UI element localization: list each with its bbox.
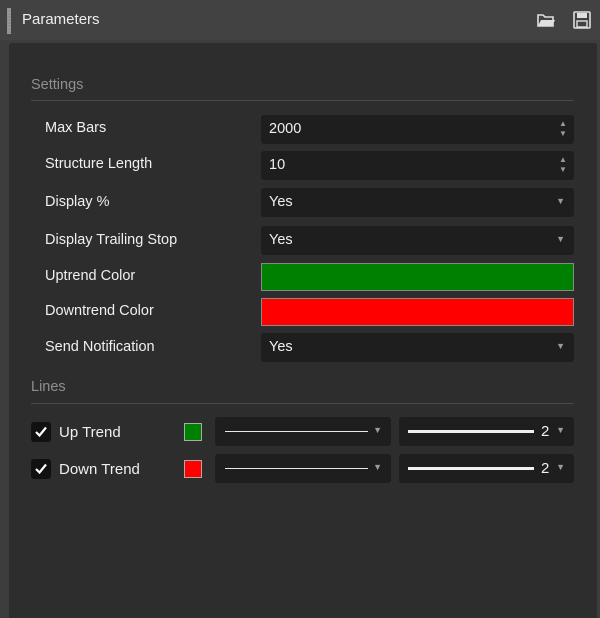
window-title: Parameters: [22, 11, 100, 28]
display-percent-value: Yes: [269, 194, 293, 210]
display-percent-select[interactable]: Yes ▼: [261, 188, 574, 217]
chevron-down-icon: ▼: [556, 462, 565, 472]
max-bars-input[interactable]: 2000 ▲ ▼: [261, 115, 574, 144]
display-trailing-stop-select[interactable]: Yes ▼: [261, 226, 574, 255]
up-trend-style-select[interactable]: ▼: [215, 417, 391, 446]
line-style-sample: [225, 468, 368, 469]
downtrend-color-label: Downtrend Color: [45, 303, 154, 319]
settings-divider: [31, 100, 574, 101]
up-trend-width-select[interactable]: 2 ▼: [399, 417, 574, 446]
structure-length-input[interactable]: 10 ▲ ▼: [261, 151, 574, 180]
chevron-down-icon: ▼: [556, 196, 565, 206]
send-notification-value: Yes: [269, 339, 293, 355]
up-trend-width-value: 2: [541, 423, 550, 440]
chevron-down-icon: ▼: [373, 462, 382, 472]
up-trend-checkbox[interactable]: [31, 422, 51, 442]
settings-heading: Settings: [31, 77, 84, 93]
chevron-down-icon: ▼: [373, 425, 382, 435]
chevron-down-icon: ▼: [556, 425, 565, 435]
title-bar[interactable]: Parameters: [0, 0, 600, 40]
down-trend-color-swatch[interactable]: [184, 460, 202, 478]
down-trend-width-value: 2: [541, 460, 550, 477]
checkmark-icon: [35, 463, 47, 475]
send-notification-label: Send Notification: [45, 339, 155, 355]
checkmark-icon: [35, 426, 47, 438]
structure-length-value: 10: [269, 157, 286, 173]
down-trend-style-select[interactable]: ▼: [215, 454, 391, 483]
down-trend-checkbox[interactable]: [31, 459, 51, 479]
display-trailing-stop-value: Yes: [269, 232, 293, 248]
up-trend-color-swatch[interactable]: [184, 423, 202, 441]
structure-length-label: Structure Length: [45, 156, 153, 172]
down-trend-width-select[interactable]: 2 ▼: [399, 454, 574, 483]
open-folder-icon[interactable]: [536, 10, 556, 30]
chevron-down-icon: ▼: [556, 234, 565, 244]
max-bars-value: 2000: [269, 121, 302, 137]
up-trend-label: Up Trend: [59, 424, 121, 441]
downtrend-color-picker[interactable]: [261, 298, 574, 326]
uptrend-color-label: Uptrend Color: [45, 268, 136, 284]
line-width-sample: [408, 467, 534, 470]
parameters-panel: Settings Max Bars 2000 ▲ ▼ Structure Leng…: [9, 43, 597, 618]
send-notification-select[interactable]: Yes ▼: [261, 333, 574, 362]
display-trailing-stop-label: Display Trailing Stop: [45, 232, 178, 248]
parameters-window: Parameters Settings Max Bars 2000 ▲ ▼ Str…: [0, 0, 600, 618]
down-trend-label: Down Trend: [59, 461, 140, 478]
line-width-sample: [408, 430, 534, 433]
max-bars-label: Max Bars: [45, 120, 107, 136]
max-bars-spinner-icon[interactable]: ▲ ▼: [559, 119, 567, 139]
structure-length-spinner-icon[interactable]: ▲ ▼: [559, 155, 567, 175]
uptrend-color-picker[interactable]: [261, 263, 574, 291]
line-style-sample: [225, 431, 368, 432]
save-icon[interactable]: [572, 10, 592, 30]
chevron-down-icon: ▼: [556, 341, 565, 351]
lines-divider: [31, 403, 574, 404]
lines-heading: Lines: [31, 379, 66, 395]
drag-grip-icon[interactable]: [7, 8, 11, 34]
display-percent-label: Display %: [45, 194, 110, 210]
